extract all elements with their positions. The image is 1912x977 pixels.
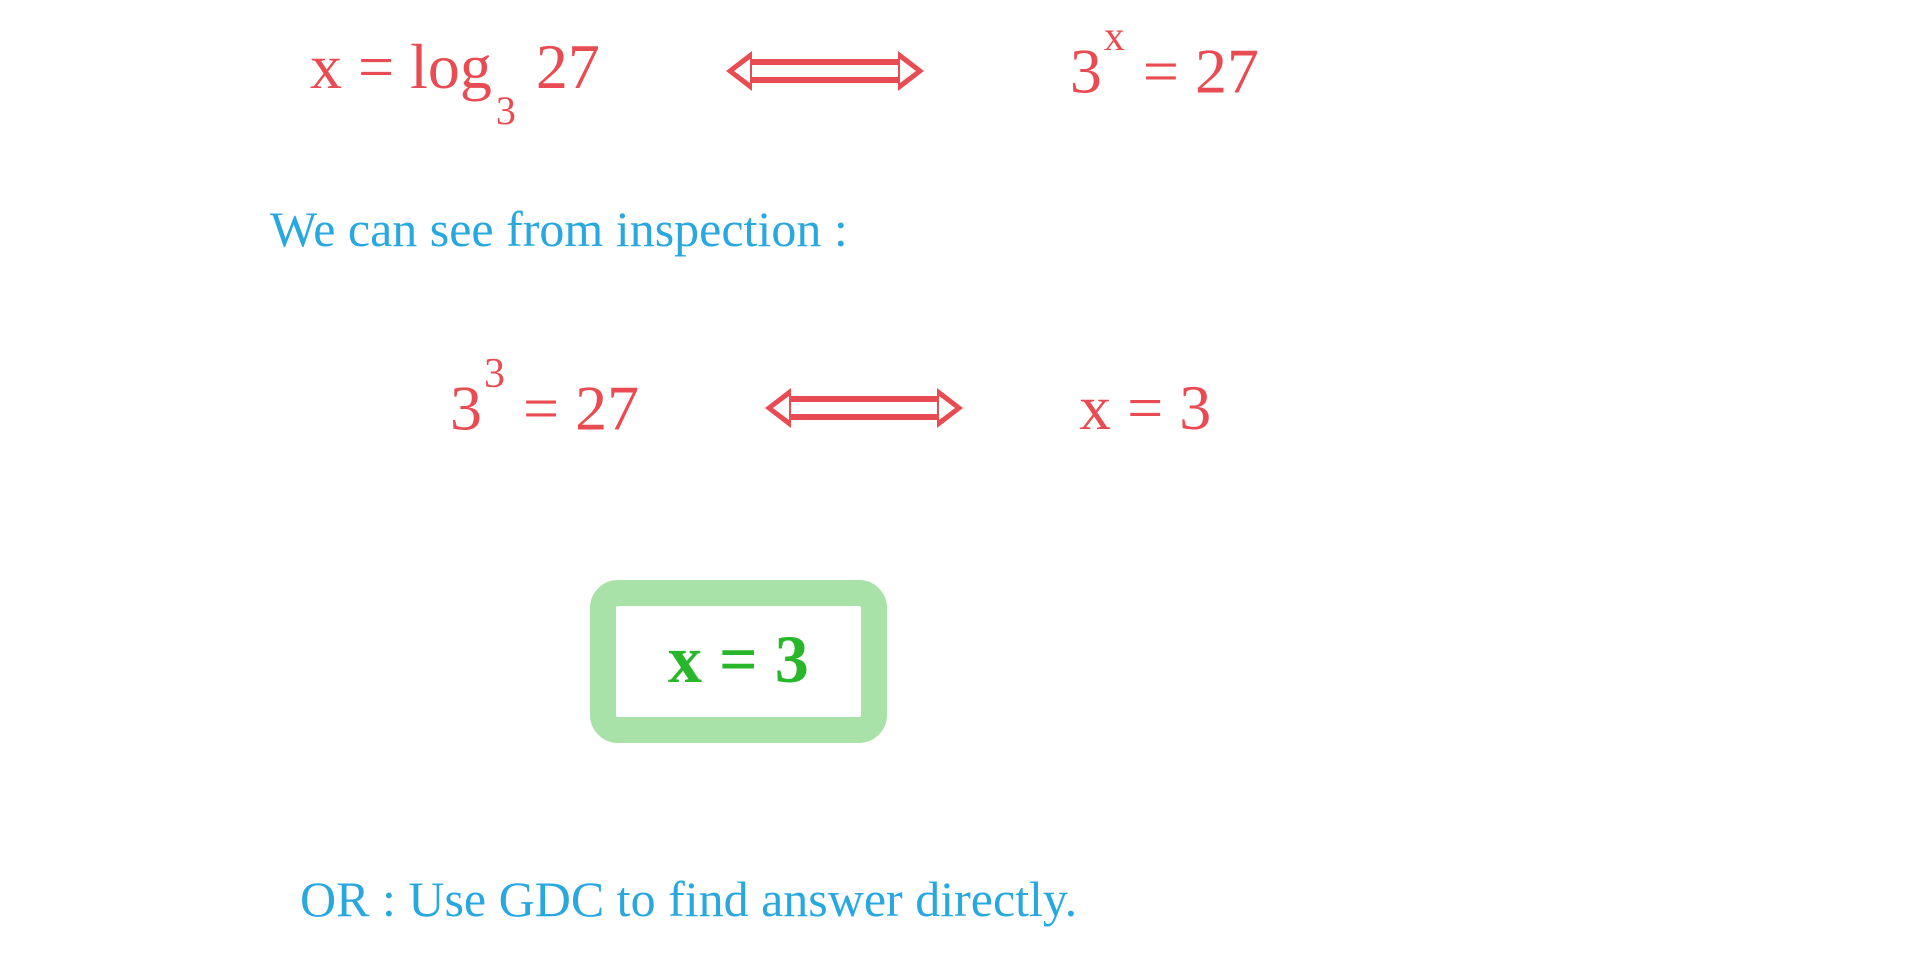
equation-line-1: x = log3 27 3x = 27 [310,30,1259,112]
answer-box: x = 3 [590,580,887,743]
eq1-right-exp: x [1102,14,1127,60]
eq2-right: x = 3 [1079,371,1211,445]
eq1-left-text: x = log [310,31,492,102]
final-answer: x = 3 [668,621,809,697]
eq1-log-base: 3 [492,88,520,133]
equation-line-2: 33 = 27 x = 3 [450,370,1211,445]
eq1-right: 3x = 27 [1070,33,1259,108]
eq2-left-base: 3 [450,372,482,443]
eq1-left: x = log3 27 [310,30,600,112]
explanation-text-label: We can see from inspection : [270,200,848,258]
eq1-right-rest: = 27 [1127,36,1259,107]
eq2-left-exp: 3 [482,351,507,397]
math-worked-example: x = log3 27 3x = 27 We can see from insp… [0,0,1912,977]
alternative-text-label: OR : Use GDC to find answer directly. [300,870,1077,928]
eq1-right-base: 3 [1070,36,1102,107]
eq2-left-rest: = 27 [507,372,639,443]
explanation-text: We can see from inspection : [270,200,848,258]
iff-arrow-1 [730,51,920,91]
alternative-text: OR : Use GDC to find answer directly. [300,870,1077,928]
eq2-left: 33 = 27 [450,370,639,445]
iff-arrow-2 [769,388,959,428]
eq1-log-arg: 27 [520,31,600,102]
